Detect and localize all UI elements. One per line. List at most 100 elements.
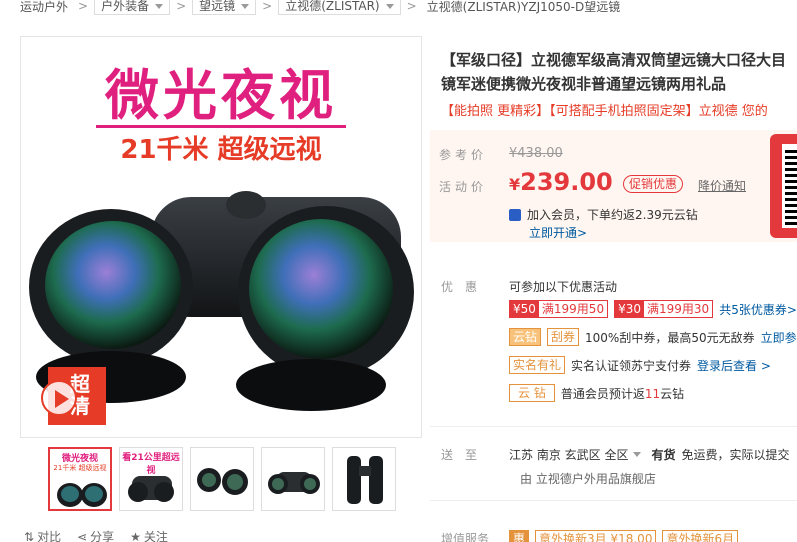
discount-intro-text: 可参加以下优惠活动 (509, 280, 618, 294)
breadcrumb-dropdown-telescope[interactable]: 望远镜 (192, 0, 257, 15)
discount-label: 优惠 (441, 280, 490, 294)
service-option-text: 意外换新6月 (666, 532, 735, 542)
service-row: 惠 意外换新3月 ¥18.00 意外换新6月 (509, 530, 739, 542)
discount-intro: 可参加以下优惠活动 (509, 278, 617, 295)
product-main-image[interactable]: 微光夜视 21千米 超级远视 超清 (20, 36, 422, 438)
coupon-amount: ¥50 (510, 301, 539, 317)
stock-status: 有货 (651, 448, 676, 462)
breadcrumb-separator: > (406, 0, 417, 13)
chevron-down-icon (241, 3, 250, 9)
activity-price-value: 239.00 (520, 168, 613, 196)
breadcrumb-separator: > (78, 0, 89, 13)
section-divider (430, 500, 797, 501)
chevron-down-icon (155, 3, 164, 9)
yunzuan-row: 云钻 刮券 100%刮中券，最高50元无敌券 立即参 (509, 328, 797, 346)
follow-label: 关注 (143, 530, 168, 542)
yunzuan-text: 100%刮中券，最高50元无敌券 (585, 330, 755, 345)
compare-label: 对比 (37, 530, 62, 542)
scratch-coupon-tag: 刮券 (547, 328, 580, 346)
thumbnail-subtitle: 21千米 超级远视 (53, 464, 107, 472)
breadcrumb-item-sports[interactable]: 运动户外 (0, 0, 72, 15)
breadcrumb-current: 立视德(ZLISTAR)YZJ1050-D望远镜 (426, 0, 621, 14)
service-option-6m[interactable]: 意外换新6月 (662, 530, 739, 542)
qr-code-icon (782, 144, 797, 228)
coupon-amount: ¥30 (615, 301, 644, 317)
play-video-icon[interactable] (41, 380, 77, 416)
service-option-text: 意外换新3月 ¥18.00 (539, 532, 653, 542)
coupon-row: ¥50 满199用50 ¥30 满199用30 共5张优惠券> (509, 300, 797, 318)
coupon-50[interactable]: ¥50 满199用50 (509, 300, 609, 318)
thumbnail-3[interactable] (190, 447, 254, 511)
vip-text: 加入会员，下单约返2.39元云钻 (527, 208, 698, 222)
shipping-text: 免运费，实际以提交 (681, 448, 790, 462)
realname-text: 实名认证领苏宁支付券 (571, 358, 692, 373)
breadcrumb-dropdown-outdoor[interactable]: 户外装备 (94, 0, 171, 15)
breadcrumb-separator: > (262, 0, 273, 13)
section-divider (430, 426, 797, 427)
vip-open-link[interactable]: 立即开通> (529, 224, 587, 241)
realname-row: 实名有礼 实名认证领苏宁支付券 登录后查看 > (509, 356, 771, 374)
activity-price-label: 活动价 (439, 180, 488, 194)
follow-button[interactable]: ★ 关注 (130, 528, 168, 542)
binoculars-icon (57, 483, 107, 507)
service-badge: 惠 (509, 530, 530, 542)
thumbnail-2[interactable]: 看21公里超远视 (119, 447, 183, 511)
vip-icon (509, 208, 521, 221)
promo-tag-button[interactable]: 促销优惠 (623, 175, 684, 193)
cloud-unit: 云钻 (660, 386, 685, 401)
cloud-text-prefix: 普通会员预计返 (560, 386, 645, 401)
thumbnail-1[interactable]: 微光夜视 21千米 超级远视 (48, 447, 112, 511)
yunzuan-link[interactable]: 立即参 (761, 329, 797, 346)
shipper-text: 由 立视德户外用品旗舰店 (520, 472, 656, 486)
compare-button[interactable]: ⇅ 对比 (24, 528, 61, 542)
activity-price: ¥239.00 (509, 168, 613, 196)
delivery-row: 江苏 南京 玄武区 全区 有货 免运费，实际以提交 (509, 446, 789, 463)
product-actions: ⇅ 对比 ⋖ 分享 ★ 关注 (24, 528, 168, 542)
cloud-text: 普通会员预计返11云钻 (561, 385, 684, 402)
delivery-label: 送至 (441, 448, 490, 462)
more-coupons-link[interactable]: 共5张优惠券> (719, 301, 797, 318)
service-label: 增值服务 (441, 532, 490, 542)
binoculars-icon (347, 456, 383, 504)
realname-tag: 实名有礼 (509, 356, 566, 374)
coupon-30[interactable]: ¥30 满199用30 (614, 300, 714, 318)
product-promo-text[interactable]: 【能拍照 更精彩】【可搭配手机拍照固定架】立视德 您的 (441, 100, 797, 119)
price-drop-notify-link[interactable]: 降价通知 (698, 177, 746, 194)
chevron-down-icon (385, 3, 394, 9)
breadcrumb-item-brand: 立视德(ZLISTAR) (285, 0, 380, 13)
binoculars-icon (128, 476, 174, 502)
share-label: 分享 (90, 530, 115, 542)
yunzuan-tag: 云钻 (509, 328, 542, 346)
cloud-tag: 云 钻 (509, 384, 555, 402)
breadcrumb-item-outdoor: 户外装备 (101, 0, 150, 13)
realname-link[interactable]: 登录后查看 > (697, 357, 771, 374)
thumbnail-strip: 微光夜视 21千米 超级远视 看21公里超远视 (48, 447, 396, 511)
price-panel: 参考价 ¥438.00 活动价 ¥239.00 促销优惠 降价通知 加入会员，下… (430, 130, 797, 242)
thumbnail-5[interactable] (332, 447, 396, 511)
ref-price-label: 参考价 (439, 148, 488, 162)
hero-divider (96, 125, 346, 128)
breadcrumb-item-telescope: 望远镜 (199, 0, 236, 13)
coupon-condition: 满199用30 (644, 301, 713, 317)
coupon-condition: 满199用50 (538, 301, 608, 317)
delivery-location[interactable]: 江苏 南京 玄武区 全区 (509, 446, 642, 463)
thumbnail-4[interactable] (261, 447, 325, 511)
share-button[interactable]: ⋖ 分享 (77, 528, 114, 542)
hero-subtitle: 21千米 超级远视 (120, 135, 322, 165)
breadcrumb-dropdown-brand[interactable]: 立视德(ZLISTAR) (278, 0, 401, 15)
star-icon: ★ (130, 529, 141, 542)
share-icon: ⋖ (77, 529, 88, 542)
breadcrumb-separator: > (176, 0, 187, 13)
hero-title: 微光夜视 (105, 64, 337, 127)
currency-symbol: ¥ (509, 175, 521, 194)
vip-info: 加入会员，下单约返2.39元云钻 (509, 206, 698, 223)
binoculars-icon (197, 468, 248, 495)
cloud-number: 11 (644, 386, 661, 401)
delivery-location-text: 江苏 南京 玄武区 全区 (509, 448, 629, 462)
product-title: 【军级口径】立视德军级高清双筒望远镜大口径大目镜军迷便携微光夜视非普通望远镜两用… (441, 51, 787, 93)
ref-price-value: ¥438.00 (509, 146, 563, 161)
service-option-3m[interactable]: 意外换新3月 ¥18.00 (535, 530, 657, 542)
shipper-row: 由 立视德户外用品旗舰店 (520, 470, 656, 487)
binoculars-icon (268, 472, 320, 494)
compare-icon: ⇅ (24, 529, 35, 542)
